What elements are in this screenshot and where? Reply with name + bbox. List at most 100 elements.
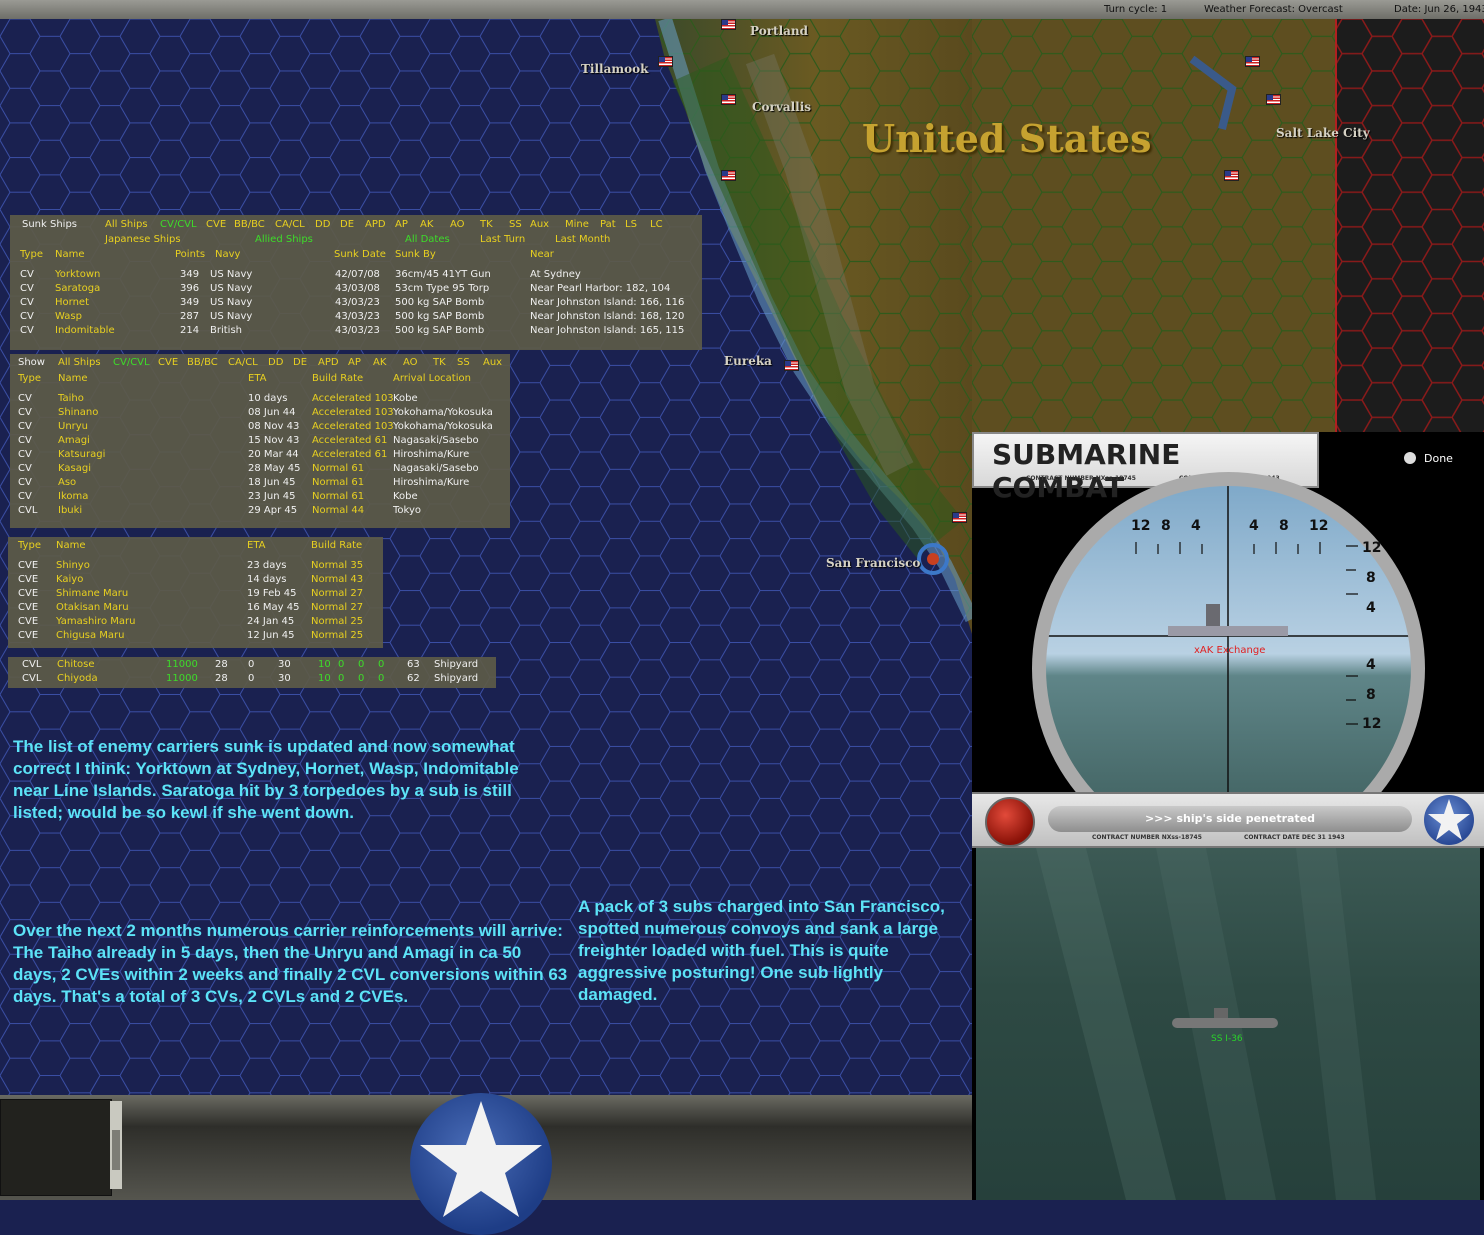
table-row[interactable]: CVE Shinyo 23 days Normal 35 [8, 560, 383, 574]
table-row[interactable]: CV Kasagi 28 May 45 Normal 61 Nagasaki/S… [10, 463, 510, 477]
filter-mine[interactable]: Mine [565, 219, 589, 230]
table-row[interactable]: CVE Shimane Maru 19 Feb 45 Normal 27 [8, 588, 383, 602]
table-row[interactable]: CV Katsuragi 20 Mar 44 Accelerated 61 Hi… [10, 449, 510, 463]
filter-ls[interactable]: LS [625, 219, 637, 230]
city-portland[interactable]: Portland [750, 24, 808, 38]
filter-aux[interactable]: Aux [530, 219, 549, 230]
col-eta[interactable]: ETA [248, 373, 267, 384]
table-row[interactable]: CVL Chitose 11000 28 0 30 10 0 0 0 63 Sh… [8, 659, 496, 673]
table-row[interactable]: CVE Kaiyo 14 days Normal 43 [8, 574, 383, 588]
us-flag-icon[interactable] [1266, 94, 1281, 105]
table-row[interactable]: CV Hornet 349 US Navy 43/03/23 500 kg SA… [10, 297, 702, 311]
filter-ss[interactable]: SS [509, 219, 522, 230]
city-corvallis[interactable]: Corvallis [752, 100, 811, 114]
table-row[interactable]: CVE Yamashiro Maru 24 Jan 45 Normal 25 [8, 616, 383, 630]
filter-de[interactable]: DE [340, 219, 354, 230]
filter-bb-bc[interactable]: BB/BC [234, 219, 265, 230]
table-row[interactable]: CVL Chiyoda 11000 28 0 30 10 0 0 0 62 Sh… [8, 673, 496, 687]
message-log[interactable] [0, 1099, 112, 1196]
table-row[interactable]: CV Unryu 08 Nov 43 Accelerated 103 Yokoh… [10, 421, 510, 435]
filter-bb-bc[interactable]: BB/BC [187, 357, 218, 368]
filter-ap[interactable]: AP [395, 219, 408, 230]
table-row[interactable]: CVE Otakisan Maru 16 May 45 Normal 27 [8, 602, 383, 616]
filter-ak[interactable]: AK [420, 219, 433, 230]
us-flag-icon[interactable] [1224, 170, 1239, 181]
filter-japanese-ships[interactable]: Japanese Ships [105, 234, 181, 245]
done-button[interactable]: Done [1424, 452, 1453, 465]
col-sunk-by[interactable]: Sunk By [395, 249, 436, 260]
table-row[interactable]: CV Ikoma 23 Jun 45 Normal 61 Kobe [10, 491, 510, 505]
filter-pat[interactable]: Pat [600, 219, 616, 230]
filter-allied-ships[interactable]: Allied Ships [255, 234, 313, 245]
col-points[interactable]: Points [175, 249, 205, 260]
table-row[interactable]: CVL Ibuki 29 Apr 45 Normal 44 Tokyo [10, 505, 510, 519]
done-icon[interactable] [1404, 452, 1416, 464]
filter-ca-cl[interactable]: CA/CL [275, 219, 305, 230]
filter-cve[interactable]: CVE [206, 219, 226, 230]
filter-de[interactable]: DE [293, 357, 307, 368]
filter-cve[interactable]: CVE [158, 357, 178, 368]
filter-all-ships[interactable]: All Ships [58, 357, 101, 368]
filter-aux[interactable]: Aux [483, 357, 502, 368]
table-row[interactable]: CVE Chigusa Maru 12 Jun 45 Normal 25 [8, 630, 383, 644]
col-type[interactable]: Type [18, 540, 41, 551]
us-star-icon[interactable] [1424, 795, 1474, 845]
table-row[interactable]: CV Shinano 08 Jun 44 Accelerated 103 Yok… [10, 407, 510, 421]
filter-apd[interactable]: APD [318, 357, 339, 368]
table-row[interactable]: CV Aso 18 Jun 45 Normal 61 Hiroshima/Kur… [10, 477, 510, 491]
filter-ca-cl[interactable]: CA/CL [228, 357, 258, 368]
filter-tk[interactable]: TK [433, 357, 446, 368]
col-name[interactable]: Name [58, 373, 88, 384]
city-tillamook[interactable]: Tillamook [581, 62, 648, 76]
table-row[interactable]: CV Amagi 15 Nov 43 Accelerated 61 Nagasa… [10, 435, 510, 449]
col-type[interactable]: Type [18, 373, 41, 384]
col-eta[interactable]: ETA [247, 540, 266, 551]
filter-all-ships[interactable]: All Ships [105, 219, 148, 230]
filter-ao[interactable]: AO [403, 357, 418, 368]
filter-ap[interactable]: AP [348, 357, 361, 368]
col-build-rate[interactable]: Build Rate [311, 540, 362, 551]
col-sunk-date[interactable]: Sunk Date [334, 249, 386, 260]
us-flag-icon[interactable] [658, 56, 673, 67]
filter-last-month[interactable]: Last Month [555, 234, 610, 245]
filter-sunk-ships[interactable]: Sunk Ships [22, 219, 77, 230]
target-ship-label[interactable]: xAK Exchange [1194, 645, 1265, 656]
col-arrival-location[interactable]: Arrival Location [393, 373, 471, 384]
city-eureka[interactable]: Eureka [724, 354, 772, 368]
us-flag-icon[interactable] [952, 512, 967, 523]
table-row[interactable]: CV Wasp 287 US Navy 43/03/23 500 kg SAP … [10, 311, 702, 325]
table-row[interactable]: CV Indomitable 214 British 43/03/23 500 … [10, 325, 702, 339]
filter-dd[interactable]: DD [268, 357, 283, 368]
filter-tk[interactable]: TK [480, 219, 493, 230]
filter-cv-cvl[interactable]: CV/CVL [160, 219, 197, 230]
col-name[interactable]: Name [56, 540, 86, 551]
filter-last-turn[interactable]: Last Turn [480, 234, 525, 245]
scrollbar-thumb[interactable] [112, 1130, 120, 1170]
filter-dd[interactable]: DD [315, 219, 330, 230]
filter-cv-cvl[interactable]: CV/CVL [113, 357, 150, 368]
table-row[interactable]: CV Yorktown 349 US Navy 42/07/08 36cm/45… [10, 269, 702, 283]
filter-apd[interactable]: APD [365, 219, 386, 230]
col-build-rate[interactable]: Build Rate [312, 373, 363, 384]
us-flag-icon[interactable] [721, 19, 736, 30]
city-salt-lake-city[interactable]: Salt Lake City [1276, 126, 1370, 140]
us-flag-icon[interactable] [721, 170, 736, 181]
filter-lc[interactable]: LC [650, 219, 663, 230]
fire-button[interactable] [985, 797, 1035, 847]
table-row[interactable]: CV Taiho 10 days Accelerated 103 Kobe [10, 393, 510, 407]
table-row[interactable]: CV Saratoga 396 US Navy 43/03/08 53cm Ty… [10, 283, 702, 297]
us-flag-icon[interactable] [721, 94, 736, 105]
city-san-francisco[interactable]: San Francisco [826, 556, 920, 570]
own-sub-label[interactable]: SS I-36 [1211, 1034, 1243, 1044]
us-star-emblem-icon[interactable] [410, 1093, 552, 1235]
col-type[interactable]: Type [20, 249, 43, 260]
col-name[interactable]: Name [55, 249, 85, 260]
right-map-strip[interactable] [972, 19, 1484, 432]
us-flag-icon[interactable] [784, 360, 799, 371]
filter-all-dates[interactable]: All Dates [405, 234, 450, 245]
filter-ak[interactable]: AK [373, 357, 386, 368]
filter-ss[interactable]: SS [457, 357, 470, 368]
col-navy[interactable]: Navy [215, 249, 240, 260]
us-flag-icon[interactable] [1245, 56, 1260, 67]
filter-ao[interactable]: AO [450, 219, 465, 230]
